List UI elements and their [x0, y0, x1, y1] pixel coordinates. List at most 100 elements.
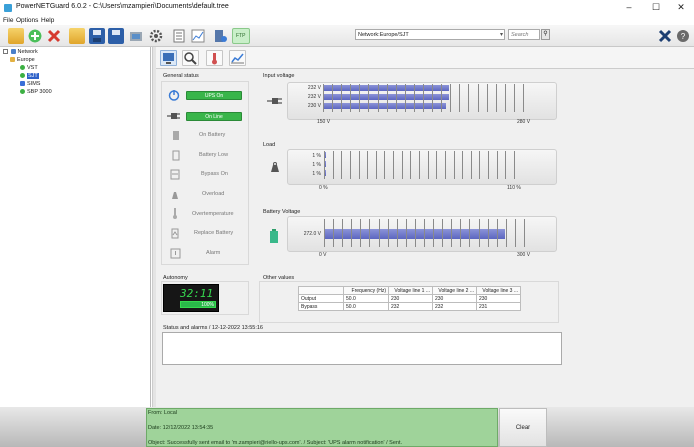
battery-low-icon: [170, 149, 182, 161]
menu-file[interactable]: File: [3, 16, 13, 25]
battery-voltage-min: 0 V: [319, 252, 327, 258]
report-icon[interactable]: [171, 28, 187, 44]
tab-search[interactable]: [182, 50, 199, 66]
gauge-tick: [505, 84, 506, 112]
table-cell: 232: [388, 302, 433, 311]
delete-icon[interactable]: [46, 28, 62, 44]
gauge-tick: [478, 84, 479, 112]
device-icon[interactable]: [212, 28, 228, 44]
tools-icon[interactable]: [657, 28, 673, 44]
network-select[interactable]: Network:Europe/SJT ▾: [355, 29, 505, 40]
battery-voltage-max: 300 V: [517, 252, 531, 258]
other-values-panel: Frequency (Hz) Voltage line 1 ... Voltag…: [259, 281, 559, 323]
status-alarms-list[interactable]: [162, 332, 562, 365]
gauge-tick: [376, 151, 377, 179]
gauge-tick: [350, 84, 351, 112]
close-window-button[interactable]: ✕: [668, 0, 694, 16]
gauge-tick: [468, 84, 469, 112]
tree-root-network[interactable]: Network: [3, 48, 38, 56]
search-button[interactable]: ⚲: [541, 29, 550, 40]
alarm-icon: [169, 247, 181, 259]
general-status-title: General status: [163, 73, 199, 79]
network-select-value: Network:Europe/SJT: [358, 32, 409, 38]
battery-voltage-panel: 272.0 V 0 V 300 V: [263, 215, 559, 261]
gauge-tick: [333, 219, 334, 247]
autonomy-display: 32:11 100%: [163, 284, 219, 312]
menu-bar: File Options Help: [0, 16, 694, 25]
search-input[interactable]: Search: [508, 29, 540, 40]
autonomy-panel: 32:11 100%: [161, 281, 249, 315]
gauge-tick: [469, 219, 470, 247]
log-message[interactable]: From: Local Date: 12/12/2022 13:54:35 Ob…: [146, 408, 498, 447]
gauge-tick: [341, 151, 342, 179]
minimize-button[interactable]: –: [616, 0, 642, 16]
status-overload: Overload: [202, 191, 225, 197]
connect-icon[interactable]: [128, 28, 144, 44]
status-alarms-title: Status and alarms / 12-12-2022 13:55:16: [163, 325, 263, 331]
gauge-tick: [488, 219, 489, 247]
open-folder-icon[interactable]: [8, 28, 24, 44]
ftp-icon[interactable]: FTP: [232, 28, 250, 44]
help-icon[interactable]: ?: [675, 28, 691, 44]
plug-icon: [267, 95, 283, 109]
tree-item-sims[interactable]: SIMS: [20, 80, 40, 88]
folder-icon: [10, 57, 15, 62]
gauge-tick: [428, 151, 429, 179]
gauge-tick: [332, 84, 333, 112]
menu-help[interactable]: Help: [41, 16, 54, 25]
tab-monitor[interactable]: [160, 50, 177, 66]
log-from: From: Local: [148, 410, 178, 416]
input-voltage-value-1: 232 V: [307, 85, 321, 91]
gauge-tick: [433, 219, 434, 247]
toolbar: FTP Network:Europe/SJT ▾ Search ⚲ ?: [0, 25, 694, 47]
menu-options[interactable]: Options: [16, 16, 38, 25]
table-row: Bypass 50.0 232 232 231: [298, 302, 521, 311]
load-value-1: 1 %: [312, 153, 321, 159]
chart-icon[interactable]: [190, 28, 206, 44]
autonomy-charge-bar: 100%: [180, 301, 216, 308]
settings-icon[interactable]: [148, 28, 164, 44]
table-cell: 50.0: [343, 294, 389, 303]
gauge-tick: [384, 151, 385, 179]
tree-expand-icon[interactable]: [3, 49, 8, 54]
input-voltage-value-3: 230 V: [307, 103, 321, 109]
gauge-tick: [378, 84, 379, 112]
tree-item-label: SBP 3000: [27, 89, 52, 95]
status-replace-battery: Replace Battery: [194, 230, 234, 236]
tab-temperature[interactable]: [206, 50, 223, 66]
tree-item-sjt[interactable]: SJT: [20, 72, 39, 80]
status-on-line: On Line: [186, 112, 242, 121]
status-ups-on: UPS On: [186, 91, 242, 100]
gauge-tick: [323, 84, 324, 112]
gauge-tick: [442, 219, 443, 247]
add-icon[interactable]: [27, 28, 43, 44]
gauge-tick: [359, 84, 360, 112]
input-voltage-max: 280 V: [517, 119, 531, 125]
tab-chart[interactable]: [229, 50, 246, 66]
save-icon[interactable]: [89, 28, 105, 44]
save-as-icon[interactable]: [108, 28, 124, 44]
window-title: PowerNETGuard 6.0.2 - C:\Users\mzampieri…: [16, 3, 229, 10]
gauge-tick: [424, 219, 425, 247]
clear-button[interactable]: Clear: [499, 408, 547, 447]
autonomy-percent: 100%: [201, 302, 214, 308]
gauge-tick: [459, 84, 460, 112]
table-header: Frequency (Hz): [343, 286, 389, 295]
tree-item-sbp-3000[interactable]: SBP 3000: [20, 88, 52, 96]
table-header: [298, 286, 344, 295]
chevron-down-icon: ▾: [499, 32, 503, 38]
status-battery-low: Battery Low: [199, 152, 229, 158]
export-icon[interactable]: [69, 28, 85, 44]
gauge-tick: [497, 219, 498, 247]
autonomy-time: 32:11: [180, 287, 214, 300]
app-icon: [4, 4, 12, 12]
gauge-tick: [324, 219, 325, 247]
maximize-button[interactable]: ☐: [643, 0, 669, 16]
gauge-tick: [419, 151, 420, 179]
input-voltage-panel: 232 V 232 V 230 V 150 V 280 V: [263, 81, 559, 127]
tree-group-europe[interactable]: Europe: [10, 56, 35, 64]
tree-item-vst[interactable]: VST: [20, 64, 38, 72]
load-panel: 1 % 1 % 1 % 0 % 110 %: [263, 148, 559, 194]
table-header: Voltage line 1 ...: [388, 286, 433, 295]
weight-icon: [268, 161, 282, 175]
